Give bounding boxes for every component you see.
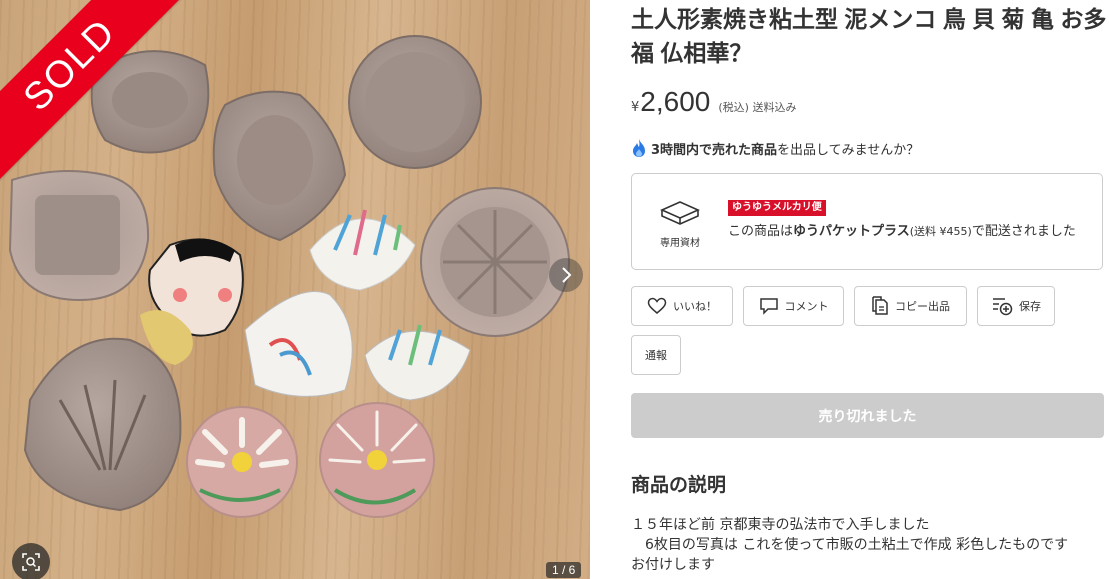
comment-label: コメント (784, 300, 829, 313)
copy-listing-button[interactable]: コピー出品 (854, 286, 967, 326)
price-row: ¥ 2,600 (税込) 送料込み (631, 86, 1109, 118)
save-label: 保存 (1019, 300, 1041, 313)
packaging-material-badge: 専用資材 (632, 174, 728, 269)
ship-fee: (送料 ¥455) (909, 225, 972, 238)
shipping-text: ゆうゆうメルカリ便 この商品はゆうパケットプラス(送料 ¥455)で配送されまし… (728, 174, 1088, 269)
shipping-description: この商品はゆうパケットプラス(送料 ¥455)で配送されました (728, 222, 1088, 242)
like-button[interactable]: いいね！ (631, 286, 733, 326)
report-button[interactable]: 通報 (631, 335, 681, 375)
next-image-button[interactable] (549, 258, 583, 292)
promo-text: を出品してみませんか？ (777, 142, 920, 158)
heart-icon (647, 297, 667, 314)
comment-button[interactable]: コメント (743, 286, 844, 326)
ship-service-name: ゆうパケットプラス (793, 224, 910, 239)
ship-desc-suffix: で配送されました (971, 224, 1076, 239)
promo-bold-text: 3時間内で売れた商品 (651, 142, 778, 158)
tax-shipping-note: (税込) 送料込み (718, 101, 797, 114)
ship-desc-prefix: この商品は (728, 224, 794, 239)
item-detail-panel: 土人形素焼き粘土型 泥メンコ 鳥 貝 菊 亀 お多福 仏相華？ ¥ 2,600 … (631, 0, 1109, 575)
sold-out-button[interactable]: 売り切れました (631, 393, 1104, 438)
comment-icon (759, 298, 778, 315)
packaging-label: 専用資材 (660, 238, 700, 249)
copy-label: コピー出品 (895, 300, 950, 313)
item-price: 2,600 (640, 86, 711, 117)
save-list-icon (993, 298, 1013, 316)
yuyu-mercari-badge: ゆうゆうメルカリ便 (728, 200, 826, 216)
description-heading: 商品の説明 (631, 475, 727, 496)
image-counter: 1 / 6 (546, 562, 582, 578)
currency-symbol: ¥ (631, 100, 640, 115)
like-label: いいね！ (673, 300, 717, 313)
sell-promo-link[interactable]: 3時間内で売れた商品 を出品してみませんか？ (631, 138, 1109, 158)
fire-icon (633, 139, 645, 157)
copy-icon (872, 296, 888, 315)
description-body: １５年ほど前 京都東寺の弘法市で入手しました 6枚目の写真は これを使って市販の… (631, 517, 1069, 573)
chevron-right-icon (562, 267, 572, 283)
action-buttons: いいね！ コメント コピー出品 保存 通報 (631, 286, 1109, 375)
report-label: 通報 (645, 349, 667, 362)
save-button[interactable]: 保存 (977, 286, 1055, 326)
zoom-scan-icon (22, 553, 40, 571)
package-box-icon (660, 201, 700, 225)
product-image-gallery[interactable]: SOLD 1 / 6 (0, 0, 590, 579)
zoom-button[interactable] (12, 543, 50, 579)
sold-out-label: 売り切れました (818, 408, 917, 425)
shipping-info-box: 専用資材 ゆうゆうメルカリ便 この商品はゆうパケットプラス(送料 ¥455)で配… (631, 173, 1103, 270)
item-title: 土人形素焼き粘土型 泥メンコ 鳥 貝 菊 亀 お多福 仏相華？ (631, 6, 1107, 66)
